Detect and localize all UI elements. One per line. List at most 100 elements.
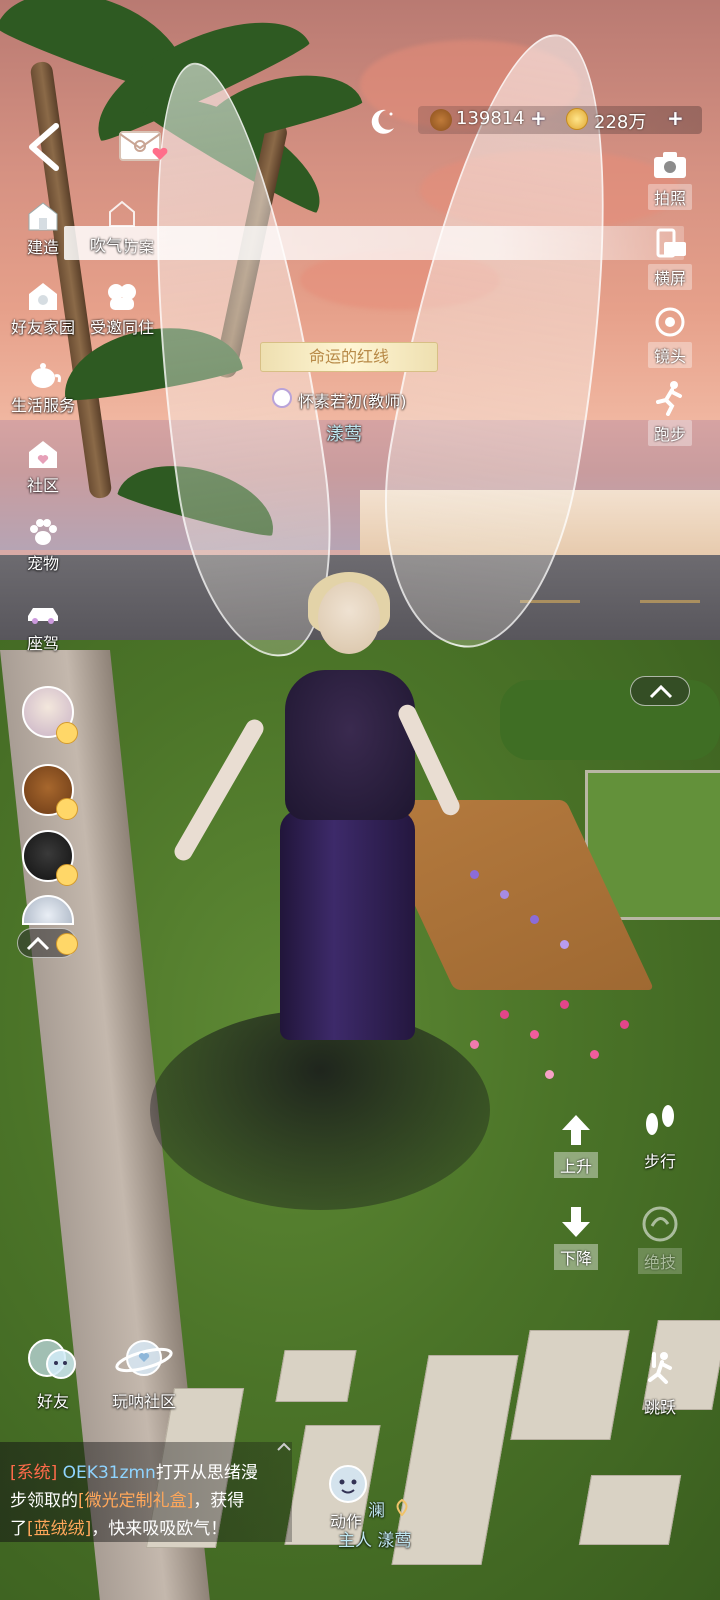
jump-label: 跳跃 xyxy=(643,1398,676,1417)
rotate-screen-icon xyxy=(656,228,686,258)
community-label: 社区 xyxy=(26,476,59,495)
descend-button[interactable]: 下降 xyxy=(546,1204,606,1270)
community-hub-button[interactable]: 玩呐社区 xyxy=(104,1332,184,1412)
run-button[interactable]: 跑步 xyxy=(635,380,705,446)
mail-button[interactable] xyxy=(118,128,170,166)
build-button[interactable]: 建造 xyxy=(3,200,83,258)
coin-currency-value: 228万 xyxy=(594,112,647,133)
ascend-button[interactable]: 上升 xyxy=(546,1112,606,1178)
mail-icon xyxy=(119,131,168,161)
run-label: 跑步 xyxy=(647,420,692,446)
vehicle-button[interactable]: 座驾 xyxy=(3,596,83,654)
community-button[interactable]: 社区 xyxy=(3,438,83,496)
chat-system-tag: [系统] xyxy=(10,1463,58,1483)
friend-home-icon xyxy=(29,283,57,310)
cohabit-icon xyxy=(108,284,136,310)
community-hub-label: 玩呐社区 xyxy=(111,1392,176,1411)
friend-home-button[interactable]: 好友家园 xyxy=(3,280,83,338)
chat-line-2: 步领取的[微光定制礼盒]，获得 xyxy=(10,1486,244,1511)
character-name: 漾莺 xyxy=(326,424,362,445)
chat-text: ，快来吸吸欧气！ xyxy=(91,1519,228,1539)
emoji-badge-icon xyxy=(56,722,78,744)
collapse-avatars-button[interactable] xyxy=(17,928,78,958)
night-mode-button[interactable] xyxy=(366,106,398,138)
build-secondary-button[interactable] xyxy=(82,198,162,232)
chat-text: ，获得 xyxy=(193,1491,245,1511)
lens-icon xyxy=(655,307,685,337)
add-acorns-button[interactable]: + xyxy=(530,106,547,130)
emoji-badge-icon xyxy=(56,933,78,955)
lens-button[interactable]: 镜头 xyxy=(635,306,705,368)
chat-username[interactable]: OEK31zmn xyxy=(63,1463,156,1483)
vehicle-label: 座驾 xyxy=(26,634,59,653)
jump-button[interactable]: 跳跃 xyxy=(630,1350,690,1418)
owner-label: 主人 漾莺 xyxy=(338,1531,412,1551)
landscape-button[interactable]: 横屏 xyxy=(635,228,705,290)
moon-icon xyxy=(371,109,394,134)
chat-line-1: [系统] OEK31zmn打开从思绪漫 xyxy=(10,1458,258,1483)
landscape-label: 横屏 xyxy=(647,264,692,290)
character-guild: 怀素若初(教师) xyxy=(298,392,407,411)
planet-icon xyxy=(115,1340,173,1376)
chat-text: 了 xyxy=(10,1519,27,1539)
guild-emblem-icon xyxy=(272,388,292,408)
emoji-badge-icon xyxy=(56,798,78,820)
chevron-up-icon xyxy=(277,1442,291,1451)
gold-coin-icon xyxy=(566,108,588,130)
chat-expand-button[interactable] xyxy=(274,1438,294,1452)
chat-item-link[interactable]: [蓝绒绒] xyxy=(27,1519,91,1539)
pet-button[interactable]: 宠物 xyxy=(3,516,83,574)
life-service-label: 生活服务 xyxy=(10,396,75,415)
action-emote-icon xyxy=(329,1465,367,1503)
camera-icon xyxy=(654,152,686,178)
chevron-left-icon xyxy=(29,123,59,171)
community-icon xyxy=(29,441,57,468)
pet-label: 宠物 xyxy=(26,554,59,573)
chat-line-3: 了[蓝绒绒]，快来吸吸欧气！ xyxy=(10,1514,227,1539)
game-hud: 139814 + 228万 + 吹气！ 方案 建造 好友家园 受邀同住 生活服务… xyxy=(0,0,720,1600)
location-pin-icon xyxy=(394,1498,410,1517)
broadcast-overlay-text: 方案 xyxy=(124,238,155,256)
photo-button[interactable]: 拍照 xyxy=(635,150,705,210)
life-service-button[interactable]: 生活服务 xyxy=(3,358,83,416)
friend-home-label: 好友家园 xyxy=(10,318,75,337)
walk-button[interactable]: 步行 xyxy=(630,1100,690,1172)
footprints-icon xyxy=(646,1105,674,1135)
acorn-currency-icon xyxy=(430,109,452,131)
descend-label: 下降 xyxy=(553,1244,598,1270)
chat-text: 打开从思绪漫 xyxy=(155,1463,258,1483)
skill-swirl-icon xyxy=(642,1206,678,1242)
add-coins-button[interactable]: + xyxy=(667,106,684,130)
skill-button[interactable]: 绝技 xyxy=(630,1204,690,1274)
paw-icon xyxy=(30,519,57,545)
photo-label: 拍照 xyxy=(647,184,692,210)
chat-panel[interactable]: [系统] OEK31zmn打开从思绪漫 步领取的[微光定制礼盒]，获得 了[蓝绒… xyxy=(0,1442,292,1542)
arrow-down-icon xyxy=(562,1207,590,1237)
build-label: 建造 xyxy=(26,238,59,257)
chat-text: 步领取的 xyxy=(10,1491,78,1511)
cohabit-label: 受邀同住 xyxy=(89,318,154,337)
acorn-currency-value: 139814 xyxy=(456,108,525,129)
home-plan-icon xyxy=(109,200,135,227)
house-build-icon xyxy=(28,202,58,231)
walk-label: 步行 xyxy=(643,1152,676,1171)
chat-item-link[interactable]: [微光定制礼盒] xyxy=(78,1491,193,1511)
cohabit-button[interactable]: 受邀同住 xyxy=(82,280,162,338)
owner-short-name: 澜 xyxy=(368,1501,385,1521)
arrow-up-icon xyxy=(562,1115,590,1145)
ascend-label: 上升 xyxy=(553,1152,598,1178)
back-button[interactable] xyxy=(20,120,70,174)
friends-button[interactable]: 好友 xyxy=(20,1336,86,1412)
lens-label: 镜头 xyxy=(647,342,692,368)
emoji-badge-icon xyxy=(56,864,78,886)
pet-avatar-partial[interactable] xyxy=(22,895,74,925)
character-title-plate: 命运的红线 xyxy=(260,342,438,372)
run-icon xyxy=(656,381,682,416)
chevron-up-icon xyxy=(649,684,673,699)
friends-label: 好友 xyxy=(36,1392,69,1411)
car-icon xyxy=(28,608,58,624)
jump-icon xyxy=(648,1352,672,1384)
expand-panel-button[interactable] xyxy=(630,676,690,706)
skill-label: 绝技 xyxy=(637,1248,682,1274)
chevron-up-icon xyxy=(26,936,50,951)
